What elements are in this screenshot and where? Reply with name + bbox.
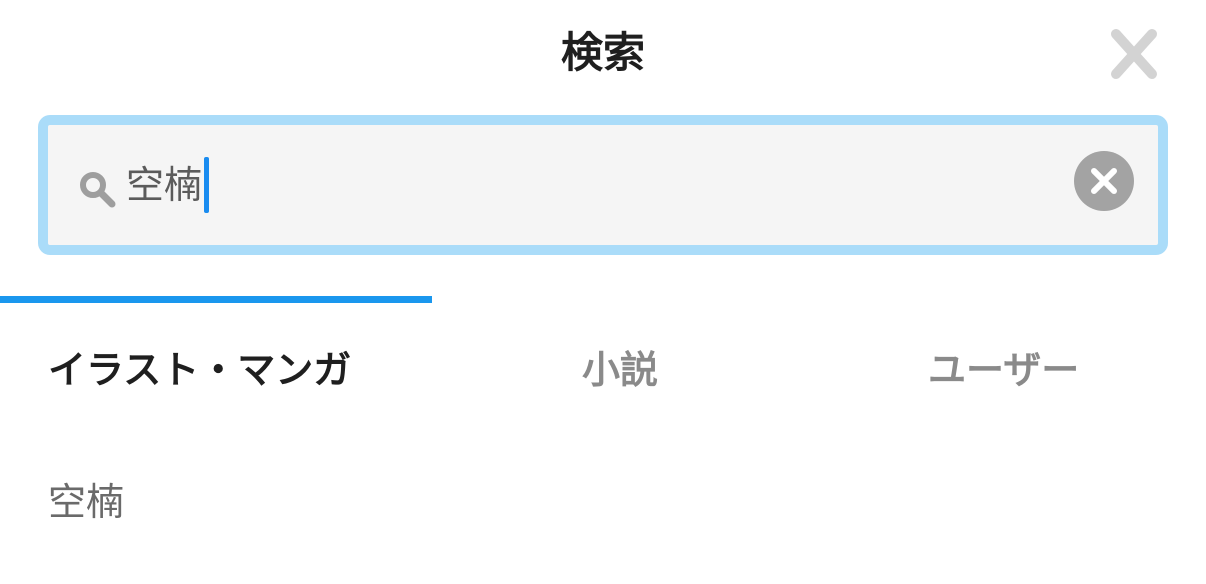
clear-search-button[interactable] <box>1074 151 1134 211</box>
search-input-value: 空楠 <box>126 163 203 207</box>
search-screen: 検索 空楠 イラスト・マンガ 小説 ユーザー 空楠 <box>0 0 1206 584</box>
search-icon <box>78 170 118 210</box>
search-input[interactable]: 空楠 <box>126 153 210 217</box>
search-suggestion-item[interactable]: 空楠 <box>48 474 124 530</box>
clear-circle-icon <box>1091 168 1117 194</box>
close-button[interactable] <box>1104 26 1164 86</box>
active-tab-indicator <box>0 296 432 303</box>
page-title: 検索 <box>560 28 645 77</box>
text-cursor <box>204 157 210 213</box>
close-icon <box>1111 29 1157 79</box>
tab-illust-manga[interactable]: イラスト・マンガ <box>48 340 351 400</box>
search-bar[interactable]: 空楠 <box>38 115 1168 255</box>
tab-users[interactable]: ユーザー <box>928 340 1079 400</box>
tab-novel[interactable]: 小説 <box>582 340 658 400</box>
